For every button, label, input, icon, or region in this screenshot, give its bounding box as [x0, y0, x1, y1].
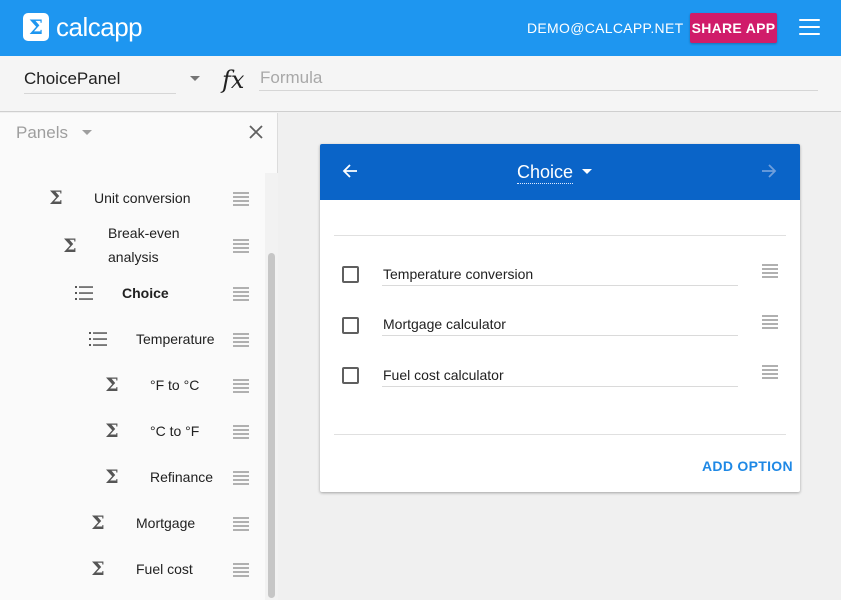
arrow-forward-icon[interactable]	[761, 163, 777, 179]
drag-handle-icon[interactable]	[762, 264, 778, 278]
sidebar-item-c-to-f[interactable]: Σ °C to °F	[0, 421, 265, 461]
formula-fx-icon: fx	[222, 66, 245, 94]
sidebar-item-label: Temperature	[136, 331, 215, 347]
sigma-icon: Σ	[105, 374, 119, 396]
option-checkbox[interactable]	[342, 317, 359, 334]
sidebar-item-label: Break-even analysis	[108, 225, 180, 265]
arrow-back-icon[interactable]	[342, 163, 358, 179]
option-row	[320, 254, 800, 294]
sidebar-item-label: Choice	[122, 285, 169, 301]
sidebar-item-label: Unit conversion	[94, 190, 191, 206]
sidebar-item-fuel-cost[interactable]: Σ Fuel cost	[0, 559, 265, 599]
sigma-icon: Σ	[105, 466, 119, 488]
hamburger-menu-icon[interactable]	[799, 19, 820, 35]
sigma-icon: Σ	[91, 512, 105, 534]
sigma-icon: Σ	[105, 420, 119, 442]
brand-name: calcapp	[56, 12, 143, 42]
sidebar-item-refinance[interactable]: Σ Refinance	[0, 467, 265, 507]
choice-panel-card: Choice ADD OPTION	[320, 144, 800, 492]
panels-sidebar: Panels Σ Unit conversion Σ Break-even an…	[0, 113, 278, 600]
card-header: Choice	[320, 144, 800, 200]
panels-dropdown-label[interactable]: Panels	[16, 123, 68, 143]
option-checkbox[interactable]	[342, 367, 359, 384]
drag-handle-icon[interactable]	[233, 287, 249, 301]
divider	[334, 434, 786, 435]
option-label-input[interactable]	[382, 363, 738, 387]
drag-handle-icon[interactable]	[233, 563, 249, 577]
drag-handle-icon[interactable]	[233, 517, 249, 531]
app-bar: Σ calcapp DEMO@CALCAPP.NET SHARE APP	[0, 0, 841, 56]
sidebar-item-f-to-c[interactable]: Σ °F to °C	[0, 375, 265, 415]
option-row	[320, 355, 800, 395]
sidebar-item-label: Mortgage	[136, 515, 196, 531]
drag-handle-icon[interactable]	[233, 379, 249, 393]
drag-handle-icon[interactable]	[233, 333, 249, 347]
drag-handle-icon[interactable]	[233, 239, 249, 253]
sidebar-item-choice[interactable]: Choice	[0, 283, 265, 323]
card-title[interactable]: Choice	[517, 161, 574, 184]
sidebar-scrollbar-thumb[interactable]	[268, 253, 275, 598]
sidebar-item-break-even-analysis[interactable]: Σ Break-even analysis	[0, 223, 265, 273]
drag-handle-icon[interactable]	[233, 192, 249, 206]
calcapp-logo-icon: Σ	[23, 13, 49, 41]
share-app-button[interactable]: SHARE APP	[690, 13, 777, 43]
sigma-icon: Σ	[63, 235, 77, 257]
sidebar-item-mortgage[interactable]: Σ Mortgage	[0, 513, 265, 553]
list-icon	[89, 332, 107, 346]
panel-select[interactable]: ChoicePanel	[24, 66, 176, 94]
sidebar-item-label: °F to °C	[150, 377, 200, 393]
drag-handle-icon[interactable]	[762, 315, 778, 329]
option-checkbox[interactable]	[342, 266, 359, 283]
option-label-input[interactable]	[382, 262, 738, 286]
sigma-icon: Σ	[49, 187, 63, 209]
drag-handle-icon[interactable]	[233, 471, 249, 485]
sidebar-item-label: Fuel cost	[136, 561, 193, 577]
sidebar-item-label: Refinance	[150, 469, 214, 485]
sigma-icon: Σ	[91, 558, 105, 580]
drag-handle-icon[interactable]	[762, 365, 778, 379]
divider	[334, 235, 786, 236]
option-label-input[interactable]	[382, 312, 738, 336]
sidebar-item-label: °C to °F	[150, 423, 200, 439]
chevron-down-icon[interactable]	[82, 130, 92, 135]
option-row	[320, 305, 800, 345]
formula-input[interactable]	[259, 66, 818, 91]
chevron-down-icon[interactable]	[190, 76, 200, 81]
user-email[interactable]: DEMO@CALCAPP.NET	[527, 19, 683, 37]
list-icon	[75, 286, 93, 300]
drag-handle-icon[interactable]	[233, 425, 249, 439]
add-option-button[interactable]: ADD OPTION	[702, 457, 793, 475]
sidebar-item-temperature[interactable]: Temperature	[0, 329, 265, 369]
chevron-down-icon[interactable]	[582, 169, 592, 174]
close-icon[interactable]	[248, 124, 264, 140]
